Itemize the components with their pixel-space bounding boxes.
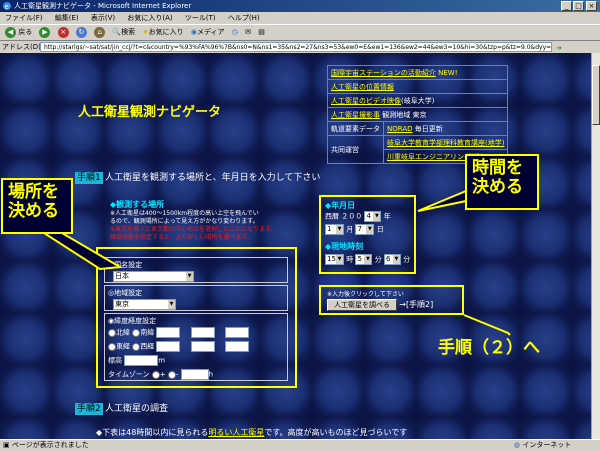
address-bar: アドレス(D) http://starlgs/~sat/sat/jin_ccj/… xyxy=(0,41,600,53)
time-callout-text: 時間を 決める xyxy=(472,158,523,197)
menu-edit[interactable]: 編集(E) xyxy=(55,14,79,22)
close-button[interactable]: × xyxy=(586,1,597,11)
search-icon: 🔍 xyxy=(112,28,122,36)
print-button[interactable]: ▤ xyxy=(258,25,265,40)
svg-text:e: e xyxy=(5,3,9,11)
page-content: 人工衛星観測ナビゲータ 国際宇宙ステーションの活動紹介 NEW! 人工衛星の位置… xyxy=(0,53,591,439)
menu-bar: ファイル(F) 編集(E) 表示(V) お気に入り(A) ツール(T) ヘルプ(… xyxy=(0,12,600,24)
address-label: アドレス(D) xyxy=(2,43,41,51)
callout-shapes xyxy=(1,154,539,336)
mail-icon: ✉ xyxy=(245,28,251,36)
stop-icon: × xyxy=(57,26,69,38)
place-callout-text: 場所を 決める xyxy=(8,182,59,221)
menu-favorites[interactable]: お気に入り(A) xyxy=(127,14,172,22)
menu-view[interactable]: 表示(V) xyxy=(91,14,115,22)
menu-help[interactable]: ヘルプ(H) xyxy=(228,14,260,22)
mail-button[interactable]: ✉ xyxy=(245,25,251,40)
globe-icon: ◍ xyxy=(514,441,521,449)
menu-file[interactable]: ファイル(F) xyxy=(5,14,43,22)
address-input[interactable]: http://starlgs/~sat/sat/jin_ccj/?t=c&cou… xyxy=(40,42,552,52)
ie-logo-icon: e xyxy=(2,1,12,11)
place-callout-pointer xyxy=(40,232,124,271)
status-bar: ▣ ページが表示されました ◍ インターネット xyxy=(0,439,600,450)
menu-tools[interactable]: ツール(T) xyxy=(185,14,216,22)
media-button[interactable]: ◉メディア xyxy=(191,25,225,40)
refresh-button[interactable]: ↻ xyxy=(75,25,87,40)
scrollbar-thumb[interactable] xyxy=(592,65,600,125)
history-icon: ◷ xyxy=(231,28,238,36)
stop-button[interactable]: × xyxy=(57,25,69,40)
refresh-icon: ↻ xyxy=(75,26,87,38)
back-arrow-icon: ◀ xyxy=(5,26,16,38)
status-text: ページが表示されました xyxy=(11,441,89,449)
maximize-button[interactable]: □ xyxy=(573,1,584,11)
print-icon: ▤ xyxy=(258,28,265,36)
page-icon: ▣ xyxy=(3,441,10,449)
step2-callout-line xyxy=(463,314,511,336)
go-arrow-icon: ➔ xyxy=(556,44,562,52)
internet-zone: ◍ インターネット xyxy=(514,441,572,449)
home-button[interactable]: ⌂ xyxy=(94,25,106,40)
back-button[interactable]: ◀ 戻る xyxy=(5,25,32,40)
vertical-scrollbar[interactable] xyxy=(591,53,600,439)
favorites-button[interactable]: ★お気に入り xyxy=(142,25,183,40)
step2-callout-text: 手順（２）へ xyxy=(438,338,540,358)
search-button[interactable]: 🔍検索 xyxy=(112,25,135,40)
toolbar: ◀ 戻る ▶ × ↻ ⌂ 🔍検索 ★お気に入り ◉メディア ◷ ✉ ▤ xyxy=(0,24,600,41)
home-icon: ⌂ xyxy=(94,26,106,38)
window-title-bar: e 人工衛星観測ナビゲータ - Microsoft Internet Explo… xyxy=(0,0,600,12)
forward-arrow-icon: ▶ xyxy=(39,26,51,38)
minimize-button[interactable]: _ xyxy=(561,1,572,11)
forward-button[interactable]: ▶ xyxy=(39,25,51,40)
window-title: 人工衛星観測ナビゲータ - Microsoft Internet Explore… xyxy=(14,2,192,10)
time-callout-pointer xyxy=(417,189,467,212)
history-button[interactable]: ◷ xyxy=(232,25,238,40)
